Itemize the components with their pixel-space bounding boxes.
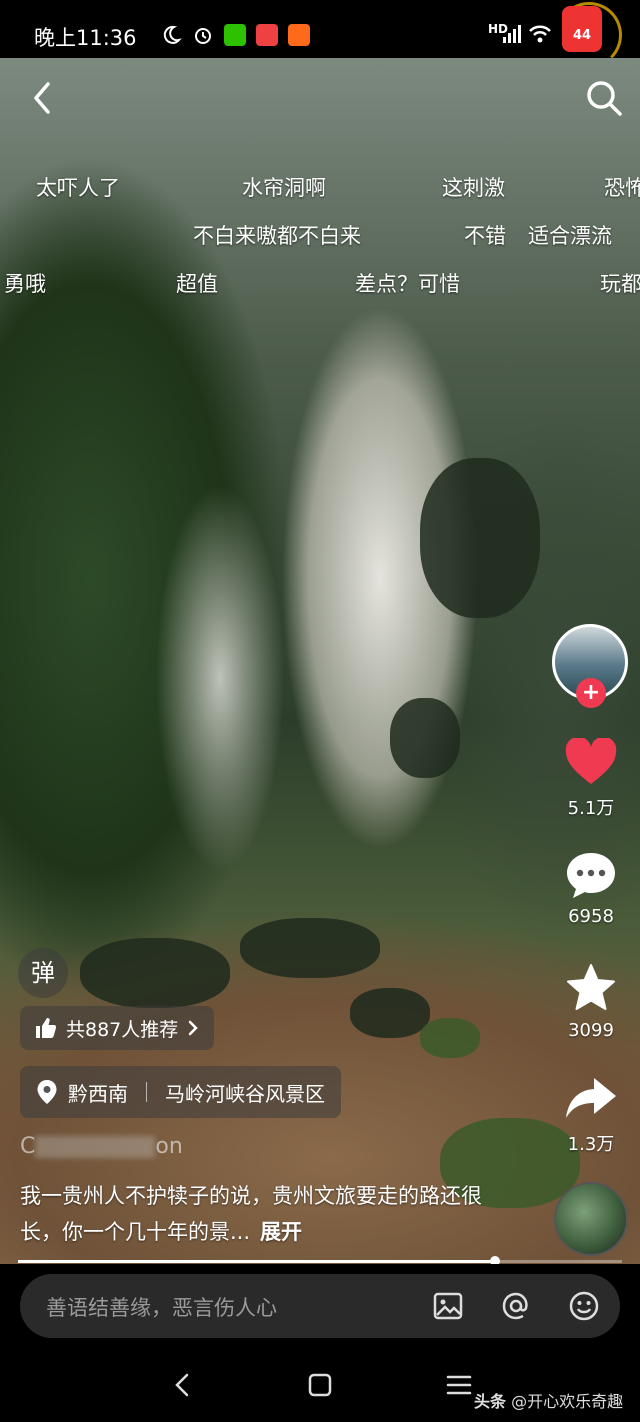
danmaku-item: 勇哦 <box>4 272 46 296</box>
alarm-icon <box>195 28 211 44</box>
comment-input-bar[interactable]: 善语结善缘，恶言伤人心 <box>20 1274 620 1338</box>
rock <box>390 698 460 778</box>
description-text: 我一贵州人不护犊子的说，贵州文旅要走的路还很长，你一个几十年的景... <box>20 1184 482 1244</box>
thumbs-up-icon <box>36 1018 57 1038</box>
mention-at-icon[interactable] <box>500 1290 532 1322</box>
moon-icon <box>163 25 182 44</box>
search-icon[interactable] <box>584 78 624 118</box>
wechat-icon <box>224 24 246 46</box>
author-name[interactable]: Con <box>20 1134 183 1159</box>
notification-icons <box>160 24 310 46</box>
location-pill[interactable]: 黔西南 马岭河峡谷风景区 <box>20 1066 341 1118</box>
expand-link[interactable]: 展开 <box>260 1220 302 1244</box>
back-arrow-icon[interactable] <box>28 80 58 116</box>
comment-bubble-icon <box>567 853 615 898</box>
status-bar: 晚上11:36 HD 44 <box>0 0 640 68</box>
shopping-app-icon <box>288 24 310 46</box>
author-name-redacted <box>35 1136 156 1158</box>
like-count: 5.1万 <box>567 798 615 819</box>
danmaku-item: 玩都 <box>600 272 640 296</box>
video-progress-bar[interactable] <box>18 1256 622 1266</box>
danmaku-item: 太吓人了 <box>36 176 120 200</box>
image-icon[interactable] <box>432 1290 464 1322</box>
author-name-visible: C <box>20 1134 36 1159</box>
wifi-icon <box>529 25 551 43</box>
star-icon <box>567 964 615 1010</box>
nav-menu-icon[interactable] <box>444 1370 474 1400</box>
location-place: 马岭河峡谷风景区 <box>165 1081 325 1106</box>
watermark-brand: 头条 <box>474 1392 507 1411</box>
clock: 晚上11:36 <box>34 26 137 50</box>
comment-button[interactable]: 6958 <box>548 850 634 927</box>
danmaku-item: 恐怖 <box>604 176 640 200</box>
progress-fill <box>18 1260 496 1263</box>
toutiao-app-icon <box>256 24 278 46</box>
rock <box>80 938 230 1008</box>
share-count: 1.3万 <box>567 1134 615 1155</box>
author-name-tail: on <box>155 1134 183 1159</box>
video-description[interactable]: 我一贵州人不护犊子的说，贵州文旅要走的路还很长，你一个几十年的景... 展开 <box>20 1178 490 1250</box>
watermark: 头条 @开心欢乐奇趣 <box>474 1388 623 1412</box>
music-disc[interactable] <box>554 1182 628 1256</box>
comment-count: 6958 <box>568 906 614 927</box>
rock <box>240 918 380 978</box>
danmaku-item: 差点？可惜 <box>355 272 460 296</box>
watermark-handle: @开心欢乐奇趣 <box>511 1392 624 1411</box>
emoji-icon[interactable] <box>568 1290 600 1322</box>
share-arrow-icon <box>566 1078 616 1118</box>
danmaku-item: 不错 <box>464 224 506 248</box>
rock <box>420 1018 480 1058</box>
danmaku-item: 这刺激 <box>442 176 505 200</box>
nav-back-icon[interactable] <box>168 1370 198 1400</box>
chevron-right-icon <box>189 1020 199 1036</box>
danmaku-item: 不白来嗷都不白来 <box>193 224 361 248</box>
location-pin-icon <box>37 1080 57 1104</box>
favorite-button[interactable]: 3099 <box>548 962 634 1041</box>
danmaku-item: 适合漂流 <box>528 224 612 248</box>
favorite-count: 3099 <box>568 1020 614 1041</box>
comment-placeholder: 善语结善缘，恶言伤人心 <box>46 1296 277 1320</box>
location-separator <box>146 1082 147 1102</box>
like-button[interactable]: 5.1万 <box>548 736 634 820</box>
share-button[interactable]: 1.3万 <box>548 1074 634 1156</box>
signal-icon <box>503 25 521 43</box>
red-envelope-badge[interactable]: 44 <box>562 6 602 52</box>
location-region: 黔西南 <box>68 1081 128 1106</box>
nav-home-icon[interactable] <box>305 1370 335 1400</box>
danmaku-toggle-button[interactable]: 弹 <box>18 948 68 998</box>
heart-icon <box>565 736 617 784</box>
follow-plus-icon[interactable]: + <box>576 678 606 708</box>
recommend-text: 共887人推荐 <box>66 1018 179 1041</box>
recommend-pill[interactable]: 共887人推荐 <box>20 1006 215 1050</box>
rock <box>420 458 540 618</box>
danmaku-item: 超值 <box>176 272 218 296</box>
rock <box>350 988 430 1038</box>
danmaku-item: 水帘洞啊 <box>242 176 326 200</box>
